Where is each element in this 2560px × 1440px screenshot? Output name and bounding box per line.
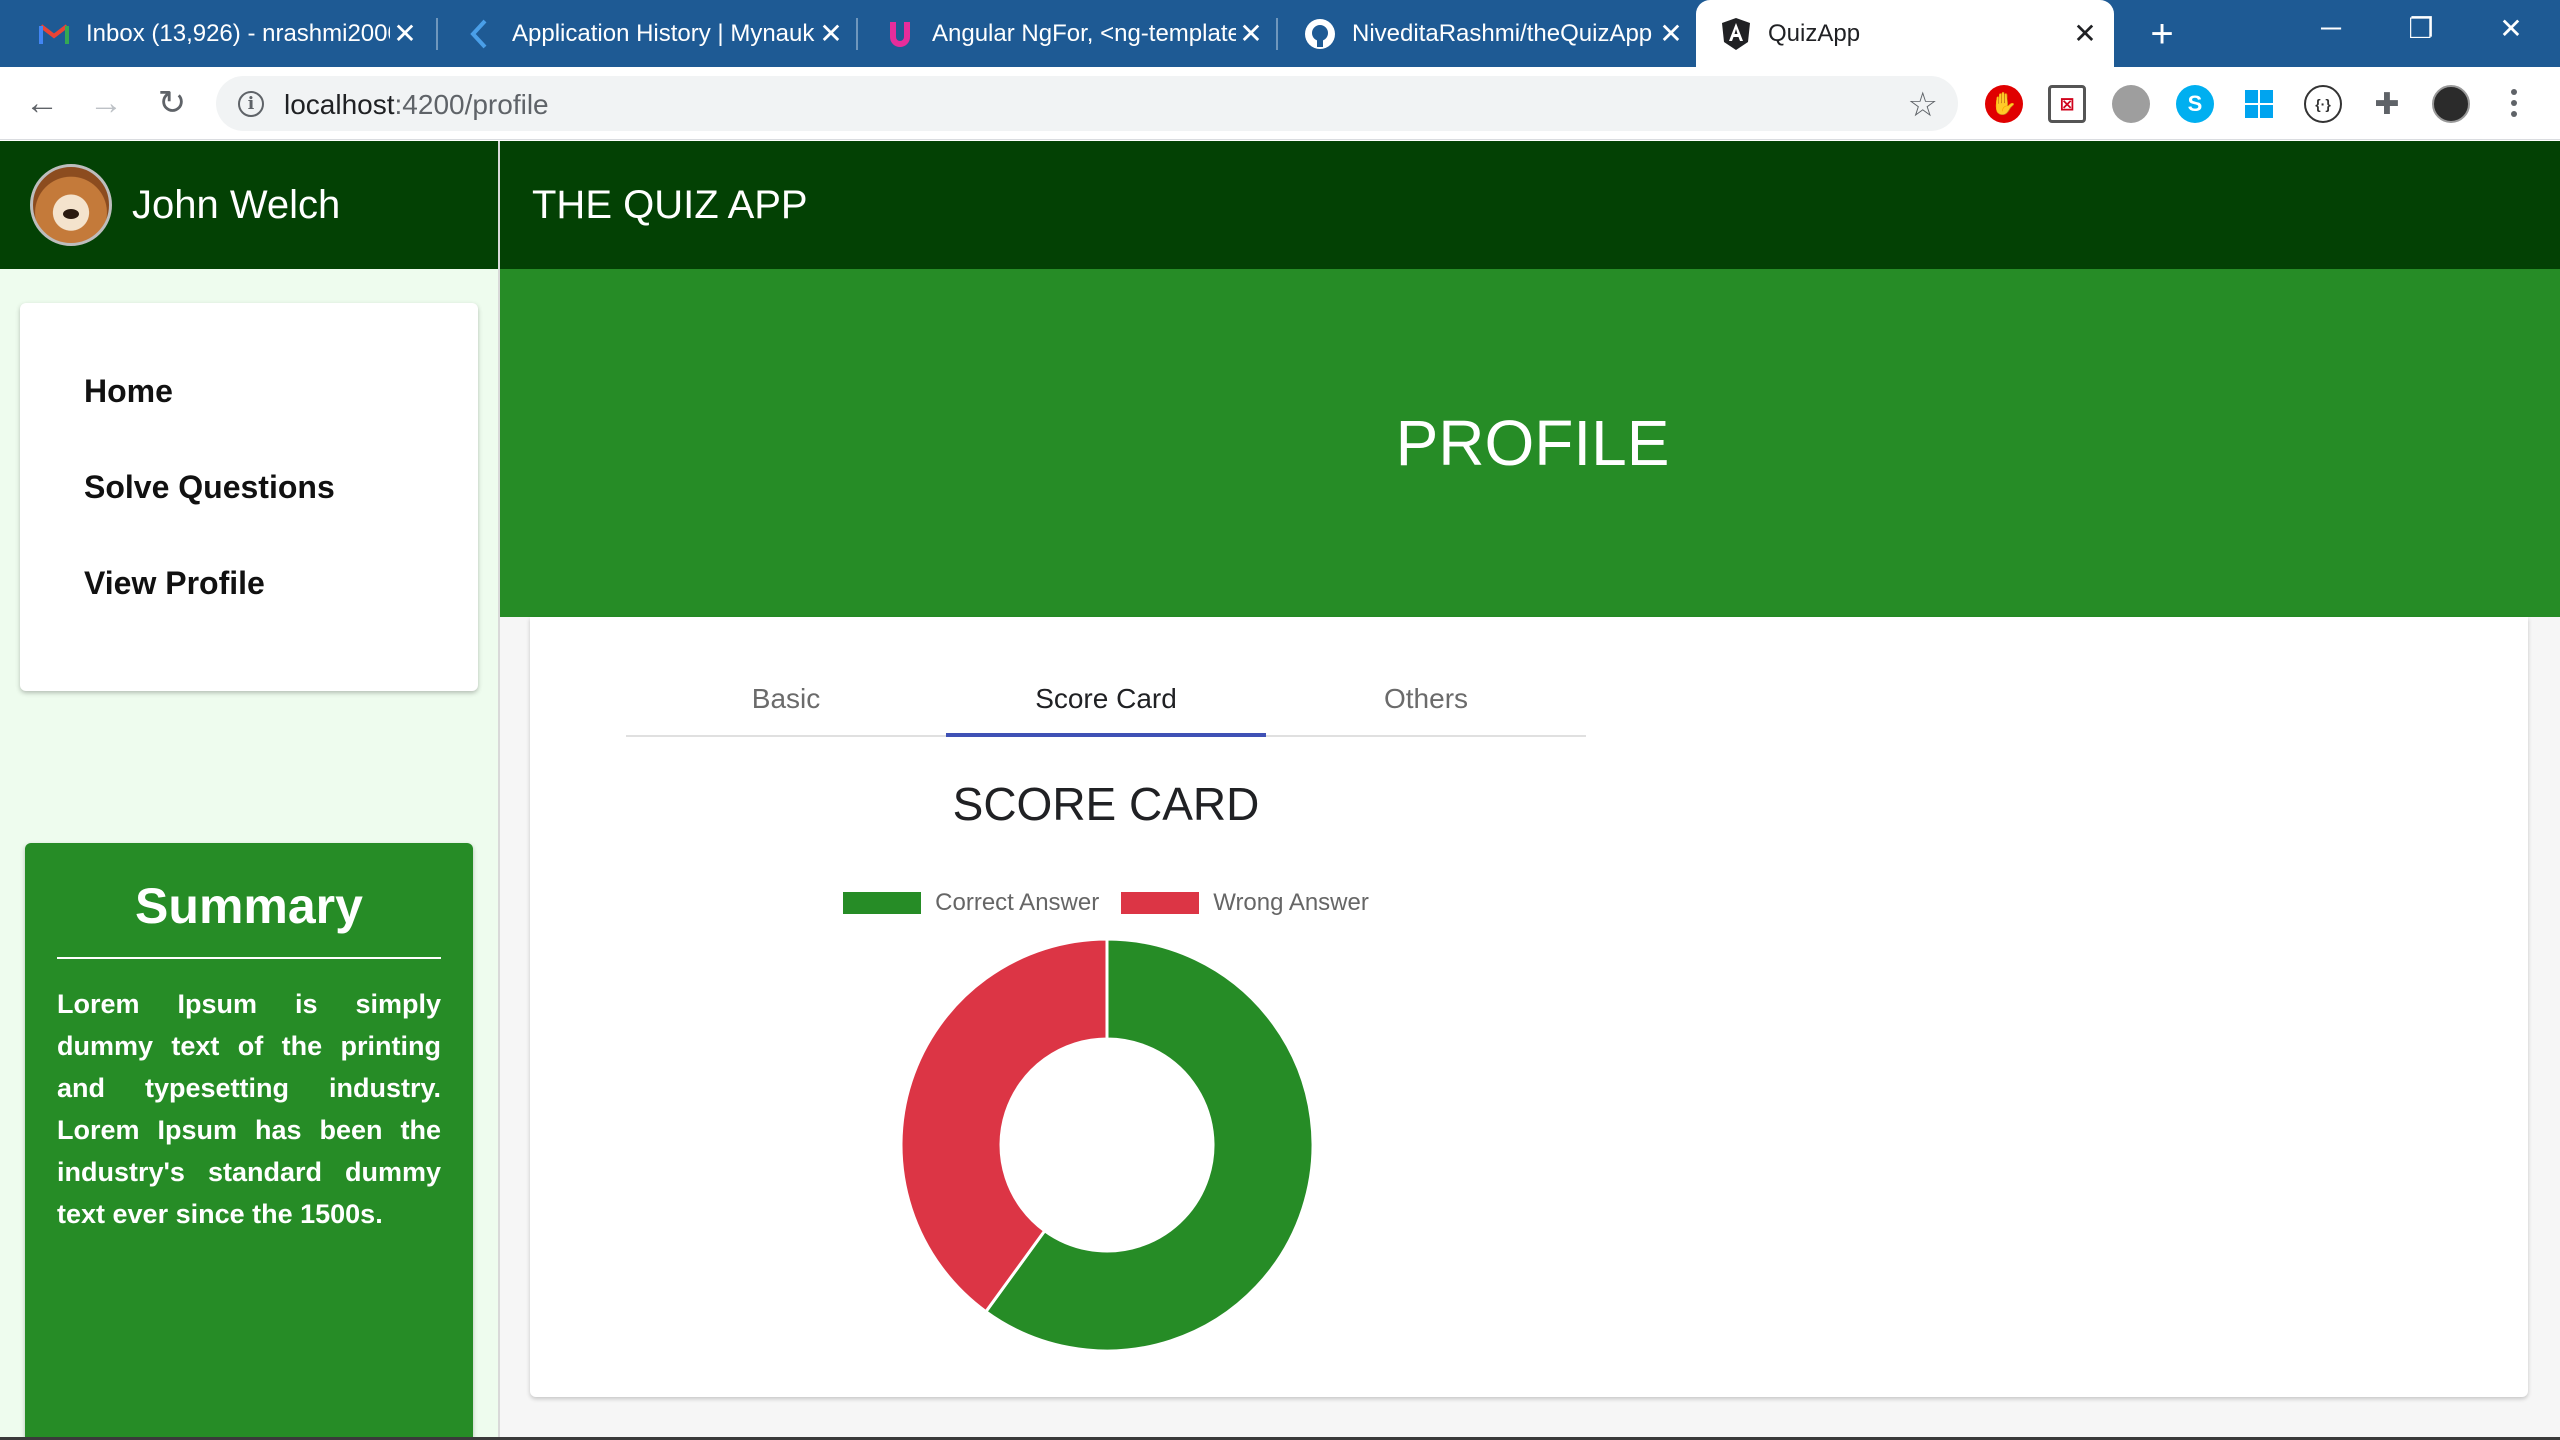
close-icon[interactable]: ✕ xyxy=(1656,18,1686,49)
chart-legend: Correct Answer Wrong Answer xyxy=(626,889,1586,917)
summary-card: Summary Lorem Ipsum is simply dummy text… xyxy=(25,843,473,1440)
new-tab-button[interactable]: + xyxy=(2140,12,2184,56)
back-button[interactable]: ← xyxy=(20,81,64,125)
extensions-puzzle-icon[interactable]: ✚ xyxy=(2368,85,2406,123)
tab-title: Application History | Mynaukri xyxy=(512,19,816,47)
avatar[interactable] xyxy=(30,164,112,246)
active-tab-indicator xyxy=(946,733,1266,737)
gmail-icon xyxy=(38,18,70,50)
info-icon[interactable]: i xyxy=(238,91,264,117)
sidebar: Home Solve Questions View Profile Summar… xyxy=(0,269,498,1440)
browser-menu-icon[interactable] xyxy=(2504,81,2524,125)
close-icon[interactable]: ✕ xyxy=(1236,18,1266,49)
tab-separator xyxy=(436,18,438,50)
app-title: THE QUIZ APP xyxy=(532,182,808,227)
profile-banner: PROFILE xyxy=(500,269,2560,617)
tab-separator xyxy=(1276,18,1278,50)
address-bar[interactable]: i localhost:4200/profile ☆ xyxy=(216,76,1958,131)
tab-separator xyxy=(856,18,858,50)
legend-label-wrong: Wrong Answer xyxy=(1213,889,1369,916)
url-text[interactable]: localhost:4200/profile xyxy=(284,89,549,121)
user-name: John Welch xyxy=(132,182,341,227)
browser-tab-github[interactable]: NiveditaRashmi/theQuizApp ✕ xyxy=(1280,0,1700,67)
legend-entry-correct[interactable]: Correct Answer xyxy=(843,889,1099,917)
tab-title: Inbox (13,926) - nrashmi2000 xyxy=(86,19,390,47)
nav-item-home[interactable]: Home xyxy=(84,373,173,410)
legend-entry-wrong[interactable]: Wrong Answer xyxy=(1121,889,1369,917)
reload-button[interactable]: ↻ xyxy=(150,81,194,125)
app-header: THE QUIZ APP xyxy=(500,141,2560,269)
adblock-icon[interactable]: ✋ xyxy=(1985,85,2023,123)
browser-tab-mynaukri[interactable]: Application History | Mynaukri ✕ xyxy=(440,0,860,67)
quiz-app: John Welch THE QUIZ APP Home Solve Quest… xyxy=(0,141,2560,1440)
windows-icon[interactable] xyxy=(2240,85,2278,123)
summary-title: Summary xyxy=(135,878,363,934)
close-icon[interactable]: ✕ xyxy=(390,18,420,49)
nav-item-view-profile[interactable]: View Profile xyxy=(84,565,265,602)
browser-tab-strip: Inbox (13,926) - nrashmi2000 ✕ Applicati… xyxy=(0,0,2560,67)
minimize-button[interactable]: ─ xyxy=(2286,0,2376,56)
ultimate-courses-icon xyxy=(884,18,916,50)
divider xyxy=(57,957,441,959)
browser-tab-gmail[interactable]: Inbox (13,926) - nrashmi2000 ✕ xyxy=(14,0,434,67)
profile-avatar-icon[interactable] xyxy=(2432,85,2470,123)
main-content: PROFILE Basic Score Card Others SCORE CA… xyxy=(500,269,2560,1440)
skype-icon[interactable]: S xyxy=(2176,85,2214,123)
json-viewer-icon[interactable]: {·} xyxy=(2304,85,2342,123)
summary-text: Lorem Ipsum is simply dummy text of the … xyxy=(57,989,441,1229)
tab-others[interactable]: Others xyxy=(1266,661,1586,737)
content-card: Basic Score Card Others SCORE CARD Corre… xyxy=(530,617,2528,1397)
bookmark-star-icon[interactable]: ☆ xyxy=(1908,85,1938,125)
legend-swatch-wrong xyxy=(1121,892,1200,914)
tab-score-card[interactable]: Score Card xyxy=(946,661,1266,737)
browser-toolbar: ← → ↻ i localhost:4200/profile ☆ ✋ ⊠ S {… xyxy=(0,67,2560,140)
browser-tab-quizapp[interactable]: QuizApp ✕ xyxy=(1696,0,2114,67)
angular-icon xyxy=(1720,17,1752,50)
legend-swatch-correct xyxy=(843,892,922,914)
tab-title: QuizApp xyxy=(1768,19,1861,47)
close-window-button[interactable]: ✕ xyxy=(2466,0,2556,56)
legend-label-correct: Correct Answer xyxy=(935,889,1100,916)
profile-tabs: Basic Score Card Others xyxy=(626,661,1586,737)
browser-tab-angular-ngfor[interactable]: Angular NgFor, <ng-template> ✕ xyxy=(860,0,1280,67)
close-icon[interactable]: ✕ xyxy=(816,18,846,49)
scorecard-title: SCORE CARD xyxy=(952,778,1260,830)
user-header: John Welch xyxy=(0,141,498,269)
nav-card: Home Solve Questions View Profile xyxy=(20,303,478,691)
forward-button[interactable]: → xyxy=(84,81,128,125)
restore-button[interactable]: ❐ xyxy=(2376,0,2466,56)
github-icon xyxy=(1304,18,1336,50)
tab-title: Angular NgFor, <ng-template> xyxy=(932,19,1236,47)
extension-circle-icon[interactable] xyxy=(2112,85,2150,123)
page-title: PROFILE xyxy=(1395,407,1670,479)
tab-basic[interactable]: Basic xyxy=(626,661,946,737)
score-donut-chart xyxy=(899,937,1315,1353)
nav-item-solve-questions[interactable]: Solve Questions xyxy=(84,469,335,506)
kiwi-icon xyxy=(464,18,496,50)
tab-title: NiveditaRashmi/theQuizApp xyxy=(1352,19,1653,47)
pocket-icon[interactable]: ⊠ xyxy=(2048,85,2086,123)
close-icon[interactable]: ✕ xyxy=(2070,18,2100,49)
